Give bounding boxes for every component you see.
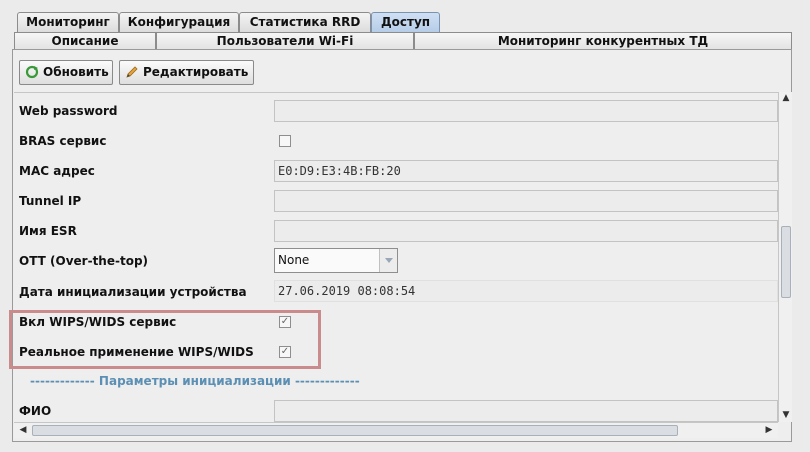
esr-name-field[interactable] — [274, 220, 778, 242]
edit-button[interactable]: Редактировать — [119, 60, 254, 85]
edit-button-label: Редактировать — [143, 65, 249, 79]
scroll-left-icon[interactable]: ◀ — [16, 425, 30, 435]
tunnel-ip-label: Tunnel IP — [19, 194, 82, 208]
init-date-field: 27.06.2019 08:08:54 — [274, 280, 778, 302]
subtab-competitor-monitoring[interactable]: Мониторинг конкурентных ТД — [414, 32, 792, 50]
ott-label: OTT (Over-the-top) — [19, 254, 149, 268]
scroll-right-icon[interactable]: ▶ — [762, 425, 776, 435]
scroll-down-icon[interactable]: ▼ — [779, 410, 793, 420]
ott-select[interactable]: None — [274, 248, 398, 273]
init-date-label: Дата инициализации устройства — [19, 285, 247, 299]
mac-address-label: MAC адрес — [19, 164, 95, 178]
init-params-section-header: ------------- Параметры инициализации --… — [30, 374, 360, 388]
horizontal-scrollbar[interactable]: ◀ ▶ — [14, 422, 778, 438]
ott-select-value: None — [278, 253, 310, 267]
mac-address-field[interactable]: E0:D9:E3:4B:FB:20 — [274, 160, 778, 182]
subtab-wifi-users[interactable]: Пользователи Wi-Fi — [156, 32, 414, 50]
refresh-button[interactable]: Обновить — [19, 60, 113, 85]
tab-configuration[interactable]: Конфигурация — [119, 12, 239, 32]
tab-rrd-statistics[interactable]: Статистика RRD — [239, 12, 371, 32]
pencil-icon — [126, 66, 138, 78]
refresh-button-label: Обновить — [43, 65, 109, 79]
wips-highlight-box — [9, 310, 321, 369]
vertical-scroll-thumb[interactable] — [781, 226, 791, 298]
properties-form: Web password BRAS сервис MAC адрес E0:D9… — [14, 92, 778, 422]
tunnel-ip-field[interactable] — [274, 190, 778, 212]
bras-service-checkbox[interactable] — [279, 135, 291, 147]
web-password-field[interactable] — [274, 100, 778, 122]
refresh-icon — [25, 65, 39, 79]
web-password-label: Web password — [19, 104, 118, 118]
tab-monitoring[interactable]: Мониторинг — [17, 12, 119, 32]
tab-access[interactable]: Доступ — [371, 12, 440, 32]
fio-label: ФИО — [19, 404, 52, 418]
subtab-description[interactable]: Описание — [14, 32, 156, 50]
scroll-up-icon[interactable]: ▲ — [779, 93, 793, 103]
vertical-scrollbar[interactable]: ▲ ▼ — [778, 92, 792, 422]
bras-service-label: BRAS сервис — [19, 134, 107, 148]
horizontal-scroll-thumb[interactable] — [32, 425, 678, 436]
esr-name-label: Имя ESR — [19, 224, 77, 238]
chevron-down-icon[interactable] — [379, 249, 397, 272]
fio-field[interactable] — [274, 400, 778, 422]
